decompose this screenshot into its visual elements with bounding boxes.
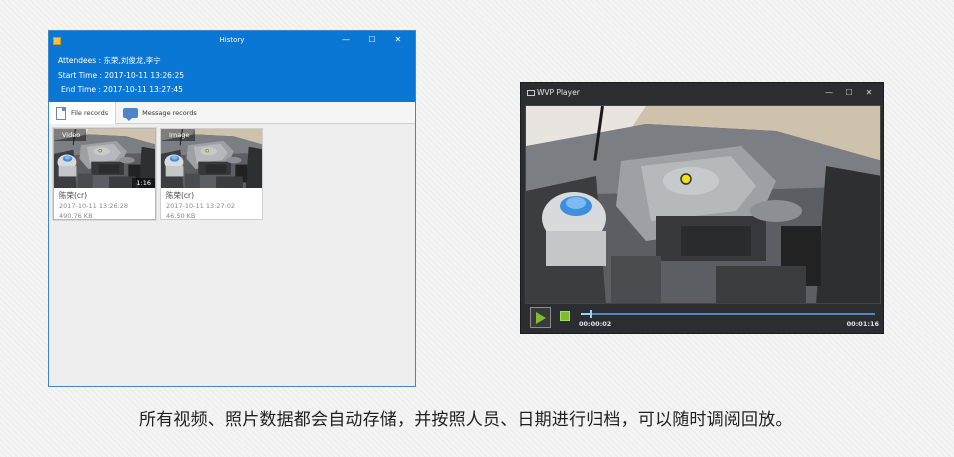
record-date: 2017-10-11 13:26:28: [59, 202, 129, 210]
total-time: 00:01:16: [846, 320, 879, 328]
play-icon: [536, 312, 546, 324]
media-type-tag: Video: [54, 129, 87, 141]
minimize-icon[interactable]: —: [819, 87, 839, 99]
file-records-list: Video 1:16 陈荣(cr) 2017-10-11 13:26:28 49…: [49, 124, 415, 224]
record-size: 46.50 KB: [166, 212, 196, 220]
close-icon[interactable]: ✕: [385, 34, 411, 46]
media-type-tag: Image: [161, 129, 196, 141]
playback-controls: 00:00:02 00:01:16: [525, 305, 881, 332]
close-icon[interactable]: ✕: [859, 87, 879, 99]
record-date: 2017-10-11 13:27:02: [166, 202, 236, 210]
record-card-image[interactable]: Image 陈荣(cr) 2017-10-11 13:27:02 46.50 K…: [160, 128, 263, 220]
tab-message-records[interactable]: Message records: [116, 102, 204, 124]
caption-text: 所有视频、照片数据都会自动存储，并按照人员、日期进行归档，可以随时调阅回放。: [139, 410, 793, 430]
image-thumbnail: Image: [161, 129, 262, 188]
tab-label: Message records: [142, 109, 197, 117]
progress-bar[interactable]: [581, 310, 875, 318]
end-time-label: End Time :: [61, 85, 104, 94]
play-button[interactable]: [530, 307, 551, 328]
maximize-icon[interactable]: ☐: [839, 87, 859, 99]
player-app-icon: [527, 90, 535, 96]
window-controls: — ☐ ✕: [333, 34, 411, 46]
attendees-value: 东荣,刘俊龙,李宁: [103, 56, 161, 65]
attendees-row: Attendees : 东荣,刘俊龙,李宁: [58, 54, 184, 69]
history-window: History — ☐ ✕ Attendees : 东荣,刘俊龙,李宁 Star…: [48, 30, 416, 387]
player-titlebar: WVP Player — ☐ ✕: [521, 83, 883, 103]
tab-bar: File records Message records: [49, 102, 415, 124]
record-author: 陈荣(cr): [59, 191, 88, 200]
end-time-row: End Time : 2017-10-11 13:27:45: [58, 83, 184, 98]
start-time-row: Start Time : 2017-10-11 13:26:25: [58, 69, 184, 84]
start-time-value: 2017-10-11 13:26:25: [104, 70, 185, 80]
record-card-video[interactable]: Video 1:16 陈荣(cr) 2017-10-11 13:26:28 49…: [53, 128, 156, 220]
video-thumbnail: Video 1:16: [54, 129, 155, 188]
minimize-icon[interactable]: —: [333, 34, 359, 46]
progress-thumb[interactable]: [589, 310, 592, 318]
maximize-icon[interactable]: ☐: [359, 34, 385, 46]
player-title: WVP Player: [537, 88, 580, 97]
player-window-controls: — ☐ ✕: [819, 87, 879, 99]
message-icon: [123, 108, 139, 121]
duration-badge: 1:16: [132, 178, 155, 188]
record-author: 陈荣(cr): [166, 191, 195, 200]
progress-fill: [581, 313, 590, 315]
player-window: WVP Player — ☐ ✕ 00:00:02 00:01:16: [520, 82, 884, 334]
attendees-label: Attendees :: [58, 56, 104, 65]
start-time-label: Start Time :: [58, 70, 105, 80]
history-header: History — ☐ ✕ Attendees : 东荣,刘俊龙,李宁 Star…: [49, 31, 415, 102]
record-size: 490.76 KB: [59, 212, 93, 220]
end-time-value: 2017-10-11 13:27:45: [103, 85, 183, 94]
file-icon: [56, 106, 66, 120]
tab-label: File records: [71, 109, 109, 117]
current-time: 00:00:02: [579, 320, 612, 328]
video-frame[interactable]: [525, 105, 881, 304]
tab-file-records[interactable]: File records: [49, 102, 117, 124]
meeting-info: Attendees : 东荣,刘俊龙,李宁 Start Time : 2017-…: [58, 54, 184, 98]
stop-button[interactable]: [560, 311, 570, 321]
